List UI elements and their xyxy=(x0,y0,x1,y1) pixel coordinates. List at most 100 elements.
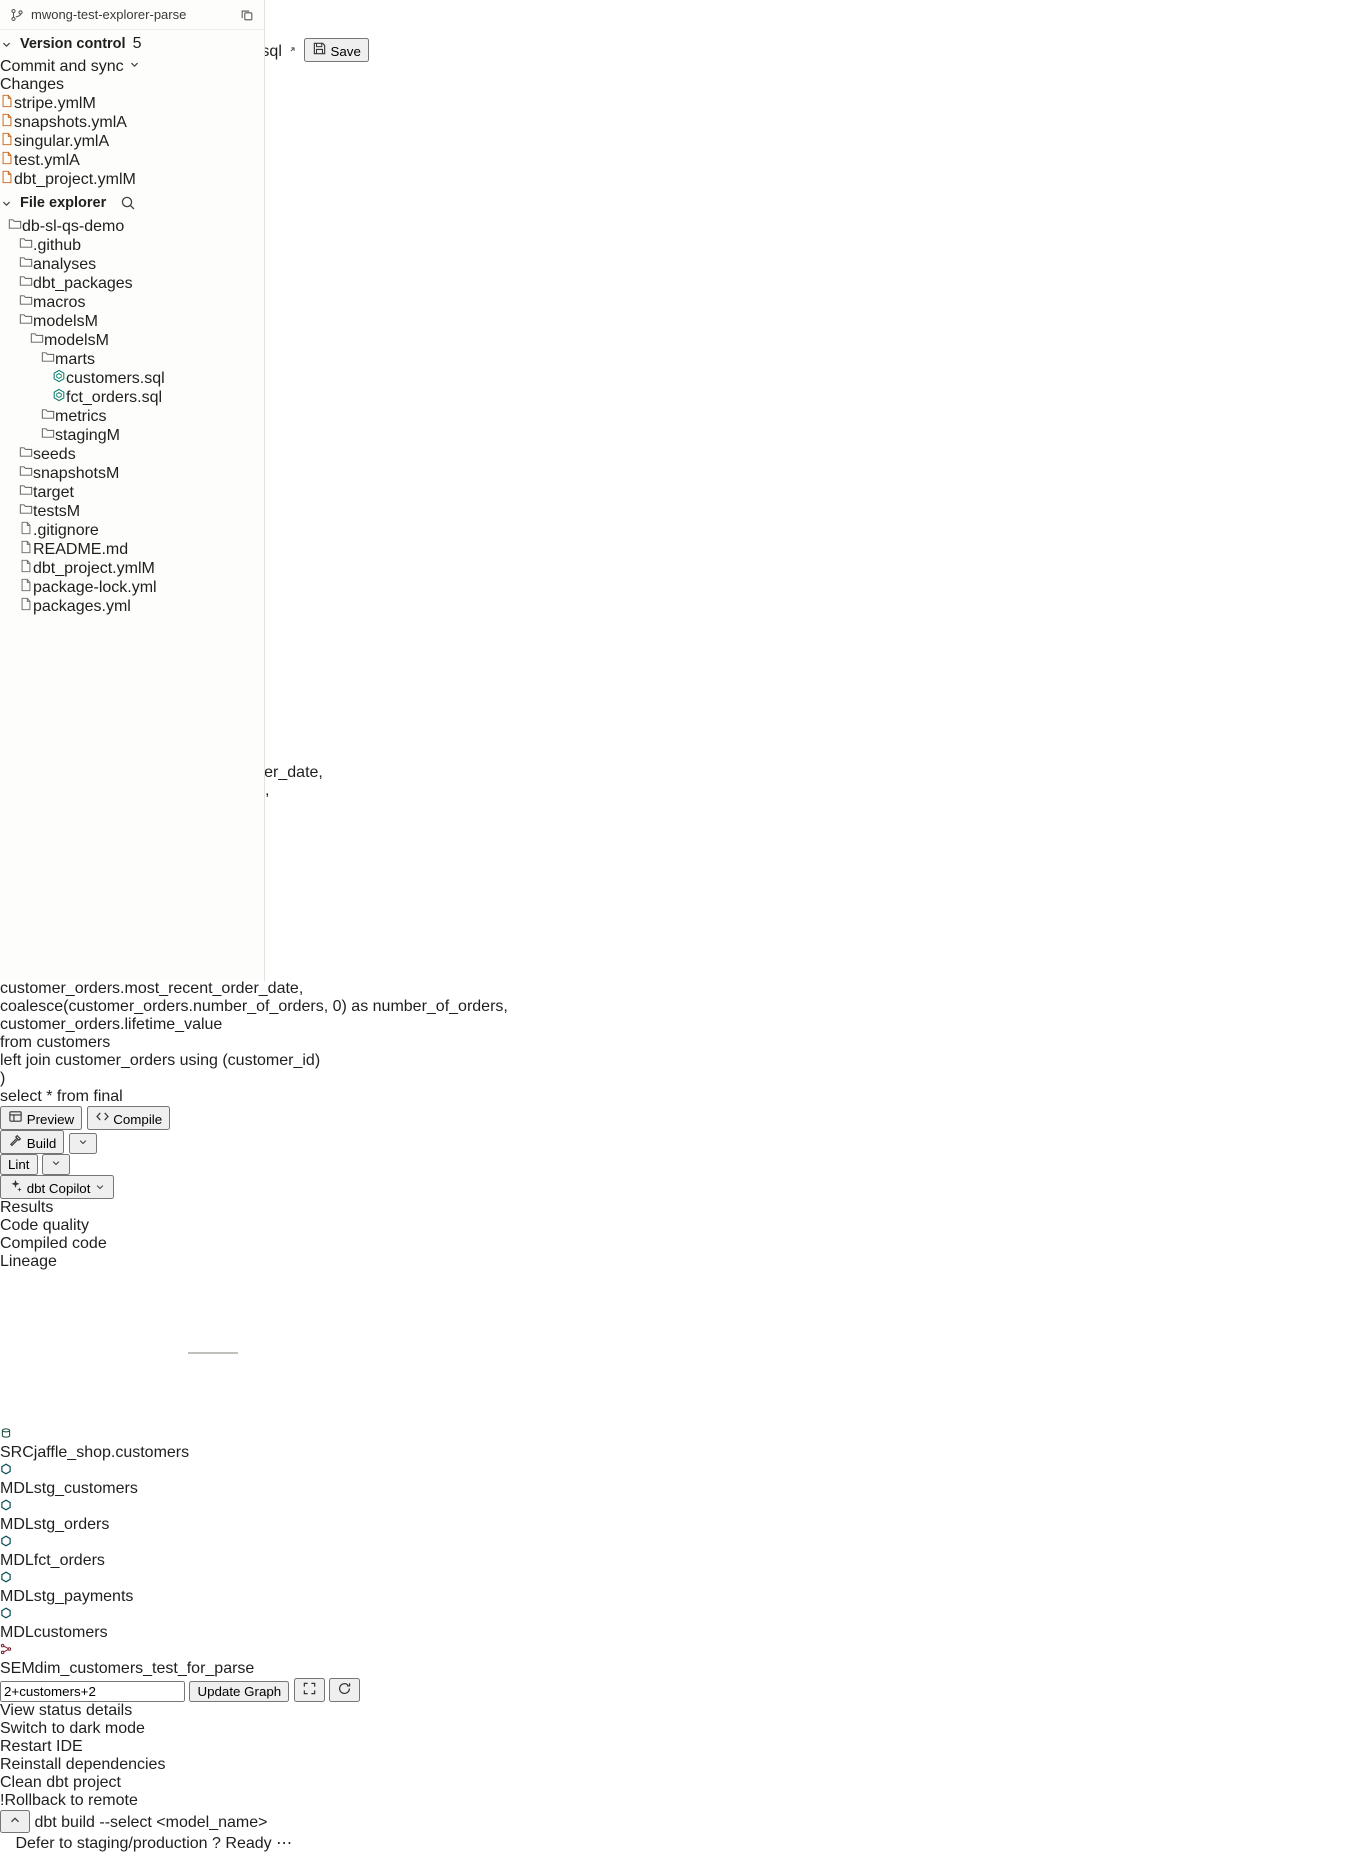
lineage-node-jaffle-shop-customers[interactable]: SRCjaffle_shop.customers xyxy=(0,1426,163,1462)
tree-item-target[interactable]: target xyxy=(0,483,264,502)
changed-file-snapshots-yml[interactable]: snapshots.ymlA xyxy=(0,113,264,132)
changed-file-stripe-yml[interactable]: stripe.ymlM xyxy=(0,94,264,113)
lineage-panel: SRCjaffle_shop.customersMDLstg_customers… xyxy=(0,1271,1358,1810)
tree-item-dbt-packages[interactable]: dbt_packages xyxy=(0,274,264,293)
fullscreen-button[interactable] xyxy=(294,1678,325,1702)
tree-item-metrics[interactable]: metrics xyxy=(0,407,264,426)
chevron-down-icon xyxy=(94,1181,106,1193)
file-icon xyxy=(0,94,14,108)
lineage-node-stg-customers[interactable]: MDLstg_customers xyxy=(0,1462,125,1498)
file-icon xyxy=(0,151,14,165)
tree-item-dbt-project-yml[interactable]: dbt_project.ymlM xyxy=(0,559,264,578)
folder-icon xyxy=(19,483,33,497)
lineage-node-label: customers xyxy=(34,1624,108,1641)
lineage-node-label: dim_customers_test_for_parse xyxy=(35,1660,255,1677)
tree-item-staging[interactable]: stagingM xyxy=(0,426,264,445)
menu-item-reinstall-dependencies[interactable]: Reinstall dependencies xyxy=(0,1756,1358,1774)
changed-file-singular-yml[interactable]: singular.ymlA xyxy=(0,132,264,151)
lineage-node-stg-orders[interactable]: MDLstg_orders xyxy=(0,1498,110,1534)
tab-compiled-code[interactable]: Compiled code xyxy=(0,1235,1358,1253)
dbt-copilot-button[interactable]: dbt Copilot xyxy=(0,1175,114,1199)
commit-and-sync-button[interactable]: Commit and sync xyxy=(0,58,264,76)
tree-item-fct-orders-sql[interactable]: fct_orders.sql xyxy=(0,388,264,407)
save-button[interactable]: Save xyxy=(304,38,369,62)
tree-item-gitignore[interactable]: .gitignore xyxy=(0,521,264,540)
menu-item-rollback-to-remote[interactable]: !Rollback to remote xyxy=(0,1792,1358,1810)
folder-icon xyxy=(19,293,33,307)
tab-lineage[interactable]: Lineage xyxy=(0,1253,1358,1271)
lineage-selector-input[interactable] xyxy=(0,1681,185,1702)
menu-item-clean-dbt-project[interactable]: Clean dbt project xyxy=(0,1774,1358,1792)
tree-item-seeds[interactable]: seeds xyxy=(0,445,264,464)
project-branch-name: mwong-test-explorer-parse xyxy=(31,7,233,22)
changed-file-test-yml[interactable]: test.ymlA xyxy=(0,151,264,170)
project-header: mwong-test-explorer-parse xyxy=(0,0,264,30)
changed-file-name: dbt_project.yml xyxy=(14,171,123,188)
tree-item-models[interactable]: modelsM xyxy=(0,331,264,350)
tree-item-analyses[interactable]: analyses xyxy=(0,255,264,274)
file-explorer-header[interactable]: File explorer xyxy=(0,189,264,217)
file-icon xyxy=(0,170,14,184)
folder-icon xyxy=(41,407,55,421)
code-line: ) xyxy=(0,1070,1358,1088)
copy-icon[interactable] xyxy=(240,8,254,22)
lineage-node-dim-customers-test-for-parse[interactable]: SEMdim_customers_test_for_parse xyxy=(0,1642,198,1678)
change-status-badge: M xyxy=(142,560,155,577)
compile-button[interactable]: Compile xyxy=(87,1106,171,1130)
lint-button[interactable]: Lint xyxy=(0,1154,38,1175)
commit-options-dropdown[interactable] xyxy=(128,58,141,75)
tree-item-db-sl-qs-demo[interactable]: db-sl-qs-demo xyxy=(0,217,264,236)
change-status-badge: M xyxy=(82,95,95,112)
tree-item-package-lock-yml[interactable]: package-lock.yml xyxy=(0,578,264,597)
code-line: left join customer_orders using (custome… xyxy=(0,1052,1358,1070)
tree-item-github[interactable]: .github xyxy=(0,236,264,255)
tab-code-quality[interactable]: Code quality xyxy=(0,1217,1358,1235)
folder-icon xyxy=(41,426,55,440)
tree-item-macros[interactable]: macros xyxy=(0,293,264,312)
tree-item-tests[interactable]: testsM xyxy=(0,502,264,521)
lineage-node-stg-payments[interactable]: MDLstg_payments xyxy=(0,1570,122,1606)
tree-item-label: marts xyxy=(55,351,95,368)
version-control-header[interactable]: Version control 5 xyxy=(0,30,264,58)
file-icon xyxy=(19,578,33,592)
version-control-section: Version control 5 Commit and sync Change… xyxy=(0,30,264,189)
lineage-nodes: SRCjaffle_shop.customersMDLstg_customers… xyxy=(0,1426,1358,1678)
lint-options-dropdown[interactable] xyxy=(42,1154,70,1175)
menu-item-switch-to-dark-mode[interactable]: Switch to dark mode xyxy=(0,1720,1358,1738)
tree-item-label: .gitignore xyxy=(33,522,99,539)
menu-item-view-status-details[interactable]: View status details xyxy=(0,1702,1358,1720)
menu-item-restart-ide[interactable]: Restart IDE xyxy=(0,1738,1358,1756)
node-type-label: MDL xyxy=(0,1552,34,1569)
mdl-badge-icon: MDL xyxy=(0,1606,34,1641)
open-link-button[interactable] xyxy=(286,43,303,60)
tree-item-packages-yml[interactable]: packages.yml xyxy=(0,597,264,616)
file-icon xyxy=(19,597,33,611)
defer-toggle[interactable] xyxy=(0,1835,15,1852)
lineage-node-customers[interactable]: MDLcustomers xyxy=(0,1606,113,1642)
mdl-badge-icon: MDL xyxy=(0,1570,34,1605)
menu-item-label: Reinstall dependencies xyxy=(0,1756,165,1773)
tree-item-models[interactable]: modelsM xyxy=(0,312,264,331)
tree-item-label: customers.sql xyxy=(66,370,165,387)
changes-count-badge: 5 xyxy=(133,35,142,53)
more-options-button[interactable]: ⋯ xyxy=(276,1835,292,1852)
help-icon[interactable]: ? xyxy=(212,1835,221,1852)
results-tab-group: ResultsCode qualityCompiled codeLineage xyxy=(0,1199,1358,1271)
build-options-dropdown[interactable] xyxy=(69,1133,97,1154)
tab-results[interactable]: Results xyxy=(0,1199,1358,1217)
tree-item-label: tests xyxy=(33,503,67,520)
tree-item-customers-sql[interactable]: customers.sql xyxy=(0,369,264,388)
tree-item-marts[interactable]: marts xyxy=(0,350,264,369)
update-graph-button[interactable]: Update Graph xyxy=(189,1681,289,1702)
build-button[interactable]: Build xyxy=(0,1130,64,1154)
tree-item-readme-md[interactable]: README.md xyxy=(0,540,264,559)
lineage-node-fct-orders[interactable]: MDLfct_orders xyxy=(0,1534,110,1570)
expand-command-bar-button[interactable] xyxy=(0,1810,30,1833)
commit-button-label: Commit and sync xyxy=(0,58,124,75)
compile-label: Compile xyxy=(113,1112,162,1127)
changed-file-dbt-project-yml[interactable]: dbt_project.ymlM xyxy=(0,170,264,189)
refresh-graph-button[interactable] xyxy=(329,1678,360,1702)
tree-item-snapshots[interactable]: snapshotsM xyxy=(0,464,264,483)
search-icon[interactable] xyxy=(120,195,136,211)
preview-button[interactable]: Preview xyxy=(0,1106,82,1130)
